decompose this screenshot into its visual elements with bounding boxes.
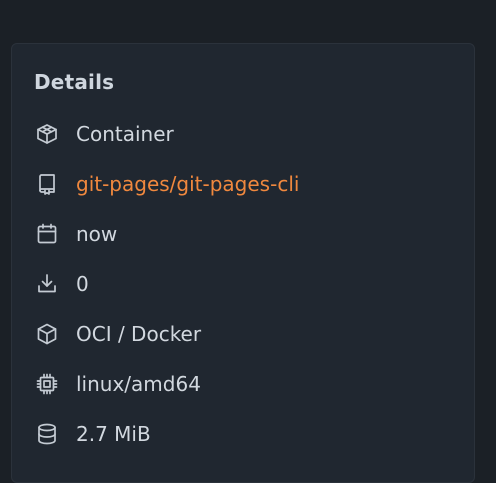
- detail-row-downloads: 0: [34, 269, 89, 299]
- detail-row-type: Container: [34, 119, 174, 149]
- detail-row-size: 2.7 MiB: [34, 419, 151, 449]
- detail-published-label: now: [76, 222, 118, 246]
- detail-size-label: 2.7 MiB: [76, 422, 151, 446]
- detail-type-label: Container: [76, 122, 174, 146]
- detail-row-repository[interactable]: git-pages/git-pages-cli: [34, 169, 299, 199]
- calendar-icon: [34, 221, 60, 247]
- detail-row-format: OCI / Docker: [34, 319, 201, 349]
- download-icon: [34, 271, 60, 297]
- details-panel: Details Container git-pages/git-pages-cl…: [11, 43, 475, 483]
- detail-platform-label: linux/amd64: [76, 372, 201, 396]
- detail-row-platform: linux/amd64: [34, 369, 201, 399]
- package-icon: [34, 321, 60, 347]
- details-title: Details: [34, 70, 115, 94]
- database-icon: [34, 421, 60, 447]
- detail-row-published: now: [34, 219, 117, 249]
- repository-link[interactable]: git-pages/git-pages-cli: [76, 172, 299, 196]
- detail-downloads-label: 0: [76, 272, 89, 296]
- cpu-icon: [34, 371, 60, 397]
- detail-format-label: OCI / Docker: [76, 322, 202, 346]
- repo-icon: [34, 171, 60, 197]
- container-box-icon: [34, 121, 60, 147]
